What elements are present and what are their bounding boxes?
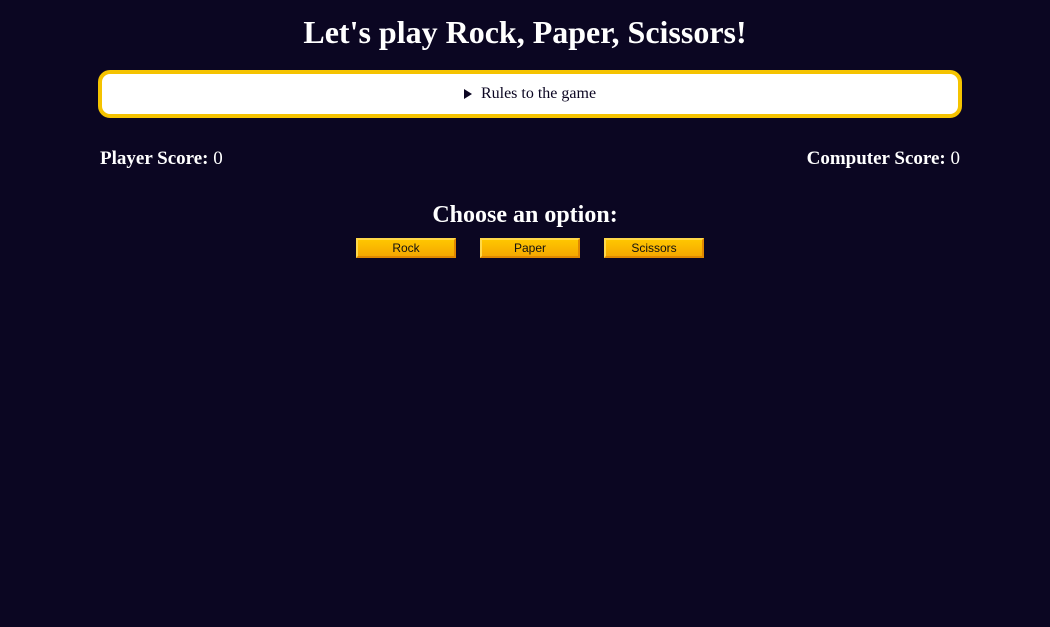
rules-disclosure[interactable]: Rules to the game xyxy=(98,70,962,118)
scissors-button[interactable]: Scissors xyxy=(604,238,704,258)
rock-button[interactable]: Rock xyxy=(356,238,456,258)
paper-button[interactable]: Paper xyxy=(480,238,580,258)
rules-summary-label: Rules to the game xyxy=(480,85,597,102)
computer-score-label: Computer Score: xyxy=(806,148,946,169)
option-buttons: Rock Paper Scissors xyxy=(356,238,704,258)
player-score-label: Player Score: xyxy=(100,148,209,169)
computer-score: Computer Score: 0 xyxy=(807,147,960,171)
disclosure-triangle-icon xyxy=(463,89,472,99)
computer-score-value: 0 xyxy=(950,148,961,169)
player-score: Player Score: 0 xyxy=(100,147,223,171)
game-page: Let's play Rock, Paper, Scissors! Rules … xyxy=(0,0,1050,627)
player-score-value: 0 xyxy=(213,148,223,169)
page-title: Let's play Rock, Paper, Scissors! xyxy=(303,14,747,50)
choose-option-heading: Choose an option: xyxy=(432,202,618,228)
